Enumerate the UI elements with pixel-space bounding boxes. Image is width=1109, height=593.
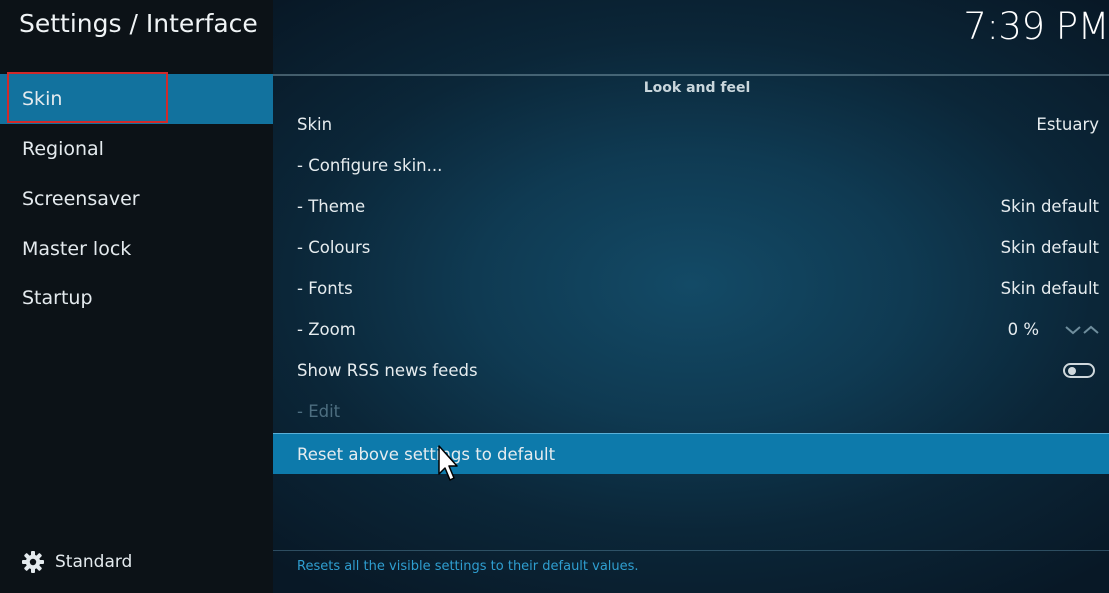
sidebar-item-regional[interactable]: Regional: [0, 124, 273, 174]
setting-label: - Zoom: [297, 320, 356, 339]
setting-value: Skin default: [1000, 279, 1099, 298]
setting-label: - Edit: [297, 402, 341, 421]
setting-theme[interactable]: - Theme Skin default: [273, 186, 1109, 227]
zoom-control: 0 %: [1008, 320, 1099, 339]
sidebar-item-skin[interactable]: Skin: [0, 72, 273, 124]
sidebar-item-startup[interactable]: Startup: [0, 273, 273, 323]
rss-toggle[interactable]: [1063, 363, 1095, 378]
settings-level-button[interactable]: Standard: [21, 549, 132, 575]
setting-edit-rss: - Edit: [273, 391, 1109, 432]
sidebar-item-label: Regional: [22, 138, 104, 160]
setting-label: Skin: [297, 115, 333, 134]
gear-icon: [21, 550, 45, 574]
help-text: Resets all the visible settings to their…: [297, 559, 639, 574]
sidebar-item-label: Startup: [22, 287, 93, 309]
setting-show-rss[interactable]: Show RSS news feeds: [273, 350, 1109, 391]
settings-panel: Look and feel Skin Estuary - Configure s…: [273, 0, 1109, 593]
setting-label: - Colours: [297, 238, 371, 257]
mouse-cursor-icon: [438, 445, 460, 487]
zoom-spinner[interactable]: [1065, 325, 1099, 335]
sidebar-item-label: Skin: [22, 88, 63, 110]
sidebar-item-label: Screensaver: [22, 188, 140, 210]
chevron-down-icon[interactable]: [1065, 325, 1081, 335]
toggle-knob: [1068, 367, 1076, 375]
setting-label: Reset above settings to default: [297, 444, 556, 464]
setting-value: 0 %: [1007, 320, 1039, 339]
setting-value: Skin default: [1000, 197, 1099, 216]
sidebar: Settings / Interface Skin Regional Scree…: [0, 0, 273, 593]
divider: [273, 550, 1109, 551]
setting-value: Estuary: [1036, 115, 1099, 134]
setting-zoom[interactable]: - Zoom 0 %: [273, 309, 1109, 350]
chevron-up-icon[interactable]: [1083, 325, 1099, 335]
sidebar-item-screensaver[interactable]: Screensaver: [0, 174, 273, 224]
setting-fonts[interactable]: - Fonts Skin default: [273, 268, 1109, 309]
setting-colours[interactable]: - Colours Skin default: [273, 227, 1109, 268]
divider: [273, 74, 1109, 76]
setting-label: Show RSS news feeds: [297, 361, 478, 380]
setting-label: - Fonts: [297, 279, 353, 298]
sidebar-item-label: Master lock: [22, 238, 132, 260]
setting-value: Skin default: [1000, 238, 1099, 257]
reset-settings-button[interactable]: Reset above settings to default: [273, 433, 1109, 474]
kodi-settings-screen: Settings / Interface Skin Regional Scree…: [0, 0, 1109, 593]
setting-label: - Theme: [297, 197, 366, 216]
page-title: Settings / Interface: [19, 9, 258, 38]
setting-label: - Configure skin...: [297, 156, 443, 175]
settings-level-label: Standard: [55, 552, 133, 572]
sidebar-item-master-lock[interactable]: Master lock: [0, 224, 273, 274]
setting-skin[interactable]: Skin Estuary: [273, 104, 1109, 145]
clock: 7:39 PM: [963, 5, 1109, 48]
section-header: Look and feel: [643, 80, 751, 96]
setting-configure-skin[interactable]: - Configure skin...: [273, 145, 1109, 186]
